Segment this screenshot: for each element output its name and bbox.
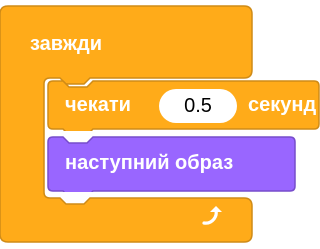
wait-unit-label: секунд [248,94,317,116]
next-costume-block[interactable]: наступний образ [47,136,296,192]
wait-seconds-input[interactable]: 0.5 [159,89,237,123]
loop-arrow-icon [202,206,222,225]
forever-label: завжди [30,33,103,55]
next-costume-label: наступний образ [65,152,234,174]
wait-seconds-block[interactable]: чекати 0.5 секунд [47,80,320,131]
scratch-script: завжди чекати 0.5 секунд наступний образ [0,0,320,249]
wait-label: чекати [65,94,131,116]
